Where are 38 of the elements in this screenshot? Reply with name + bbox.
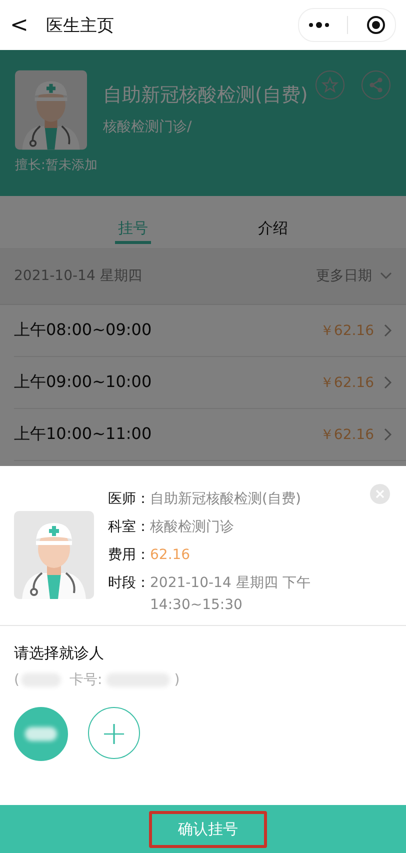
detail-value: 自助新冠核酸检测(自费) bbox=[150, 490, 302, 509]
department: 核酸检测门诊/ bbox=[103, 118, 193, 136]
share-icon[interactable] bbox=[361, 70, 391, 100]
slot-time: 上午10:00~11:00 bbox=[14, 424, 152, 445]
more-dates-link[interactable]: 更多日期 bbox=[316, 267, 372, 285]
slot-time: 上午08:00~09:00 bbox=[14, 320, 152, 341]
chevron-down-icon[interactable] bbox=[380, 272, 392, 280]
specialty: 擅长:暂未添加 bbox=[15, 157, 98, 174]
patient-avatar[interactable] bbox=[14, 707, 68, 761]
time-slot-row[interactable]: 上午09:00~10:00 ￥62.16 bbox=[14, 357, 406, 409]
chevron-right-icon bbox=[384, 324, 392, 337]
doctor-name: 自助新冠核酸检测(自费) bbox=[103, 83, 308, 108]
more-icon[interactable] bbox=[308, 21, 330, 29]
detail-label: 科室： bbox=[108, 518, 150, 537]
detail-label: 时段： bbox=[108, 574, 150, 593]
patient-prompt: 请选择就诊人 bbox=[14, 644, 105, 663]
detail-value: 62.16 bbox=[150, 546, 192, 565]
close-mini-program-icon[interactable] bbox=[366, 15, 386, 35]
chevron-right-icon bbox=[384, 428, 392, 441]
close-icon[interactable] bbox=[370, 484, 390, 504]
detail-value: 2021-10-14 星期四 下午 14:30~15:30 bbox=[150, 574, 312, 615]
patient-card-info: ( 卡号: ) bbox=[14, 671, 180, 689]
detail-label: 医师： bbox=[108, 490, 150, 509]
page-title: 医生主页 bbox=[46, 14, 115, 36]
detail-value: 核酸检测门诊 bbox=[150, 518, 235, 537]
time-slot-row[interactable]: 上午08:00~09:00 ￥62.16 bbox=[14, 305, 406, 357]
tab[interactable]: 介绍 bbox=[203, 196, 343, 248]
time-slot-row[interactable]: 上午10:00~11:00 ￥62.16 bbox=[14, 409, 406, 461]
slot-time: 上午09:00~10:00 bbox=[14, 372, 152, 393]
chevron-right-icon bbox=[384, 376, 392, 389]
slot-price: ￥62.16 bbox=[320, 322, 374, 340]
doctor-avatar-icon bbox=[15, 70, 87, 150]
doctor-avatar-icon bbox=[14, 511, 94, 599]
selected-date: 2021-10-14 星期四 bbox=[14, 267, 142, 285]
slot-price: ￥62.16 bbox=[320, 426, 374, 444]
back-button[interactable]: < bbox=[10, 12, 40, 38]
slot-price: ￥62.16 bbox=[320, 374, 374, 392]
detail-label: 费用： bbox=[108, 546, 150, 565]
